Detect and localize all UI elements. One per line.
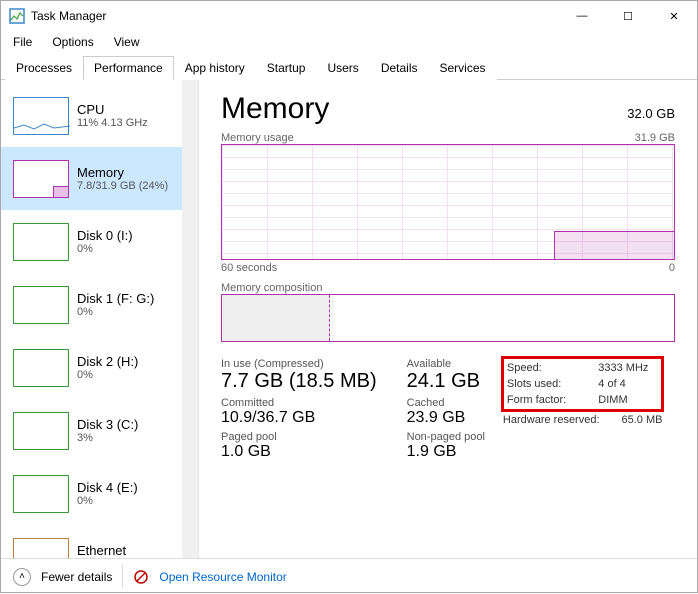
tab-startup[interactable]: Startup (256, 56, 317, 80)
titlebar: Task Manager — ☐ ✕ (1, 1, 697, 31)
cached-label: Cached (407, 397, 485, 409)
memory-usage-chart (221, 144, 675, 260)
sidebar-item-label: Disk 3 (C:) (77, 417, 138, 432)
open-resource-monitor-link[interactable]: Open Resource Monitor (159, 570, 286, 584)
page-title: Memory (221, 92, 329, 126)
sidebar-item-sub: 11% 4.13 GHz (77, 117, 148, 129)
cached-value: 23.9 GB (407, 409, 485, 427)
menu-view[interactable]: View (112, 33, 142, 51)
mem-thumb-icon (13, 160, 69, 198)
sidebar-item-label: Disk 4 (E:) (77, 480, 138, 495)
sidebar-item-sub: 3% (77, 432, 138, 444)
speed-value: 3333 MHz (598, 362, 658, 374)
sidebar-item-label: CPU (77, 102, 148, 117)
x-axis-left: 60 seconds (221, 262, 277, 274)
window-title: Task Manager (31, 9, 559, 23)
slots-value: 4 of 4 (598, 378, 658, 390)
usage-chart-label: Memory usage (221, 132, 294, 144)
form-value: DIMM (598, 394, 658, 406)
hw-reserved-value: 65.0 MB (622, 414, 663, 426)
eth-thumb-icon (13, 538, 69, 559)
tab-users[interactable]: Users (316, 56, 369, 80)
memory-details-extra: Hardware reserved: 65.0 MB (503, 414, 663, 426)
sidebar-item-disk-5[interactable]: Disk 3 (C:)3% (1, 399, 198, 462)
composition-label: Memory composition (221, 282, 322, 294)
sidebar-item-label: Disk 2 (H:) (77, 354, 138, 369)
sidebar-item-sub: 0% (77, 495, 138, 507)
footer-divider (122, 565, 123, 588)
x-axis-right: 0 (669, 262, 675, 274)
in-use-value: 7.7 GB (18.5 MB) (221, 370, 377, 393)
menubar: File Options View (1, 31, 697, 55)
scrollbar[interactable] (182, 80, 198, 558)
task-manager-icon (9, 8, 25, 24)
sidebar-item-sub: 0% (77, 243, 133, 255)
memory-details-highlighted: Speed: 3333 MHz Slots used: 4 of 4 Form fa… (503, 358, 663, 410)
menu-file[interactable]: File (11, 33, 34, 51)
form-label: Form factor: (507, 394, 576, 406)
nonpaged-value: 1.9 GB (407, 443, 485, 461)
sidebar: CPU11% 4.13 GHzMemory7.8/31.9 GB (24%)Di… (1, 80, 199, 558)
tab-app-history[interactable]: App history (174, 56, 256, 80)
minimize-button[interactable]: — (559, 1, 605, 31)
sidebar-item-eth-7[interactable]: EthernetEthernet 2 (1, 525, 198, 558)
speed-label: Speed: (507, 362, 576, 374)
chevron-up-icon[interactable]: ˄ (13, 568, 31, 586)
tab-services[interactable]: Services (429, 56, 497, 80)
disk-thumb-icon (13, 412, 69, 450)
paged-label: Paged pool (221, 431, 377, 443)
disk-thumb-icon (13, 475, 69, 513)
paged-value: 1.0 GB (221, 443, 377, 461)
slots-label: Slots used: (507, 378, 576, 390)
sidebar-item-disk-2[interactable]: Disk 0 (I:)0% (1, 210, 198, 273)
disk-thumb-icon (13, 349, 69, 387)
composition-used-segment (222, 295, 330, 341)
usage-chart-max: 31.9 GB (635, 132, 675, 144)
tab-details[interactable]: Details (370, 56, 429, 80)
sidebar-item-disk-3[interactable]: Disk 1 (F: G:)0% (1, 273, 198, 336)
sidebar-item-label: Memory (77, 165, 168, 180)
sidebar-item-disk-6[interactable]: Disk 4 (E:)0% (1, 462, 198, 525)
sidebar-item-sub: 7.8/31.9 GB (24%) (77, 180, 168, 192)
sidebar-item-label: Disk 1 (F: G:) (77, 291, 154, 306)
disk-thumb-icon (13, 223, 69, 261)
tabstrip: Processes Performance App history Startu… (1, 55, 697, 80)
cpu-thumb-icon (13, 97, 69, 135)
memory-usage-fill (554, 231, 674, 259)
resource-monitor-icon (133, 569, 149, 585)
close-button[interactable]: ✕ (651, 1, 697, 31)
main-panel: Memory 32.0 GB Memory usage 31.9 GB 60 s… (199, 80, 697, 558)
memory-total: 32.0 GB (627, 106, 675, 121)
sidebar-item-label: Disk 0 (I:) (77, 228, 133, 243)
footer: ˄ Fewer details Open Resource Monitor (1, 558, 697, 594)
hw-reserved-label: Hardware reserved: (503, 414, 600, 426)
committed-value: 10.9/36.7 GB (221, 409, 377, 427)
sidebar-item-label: Ethernet (77, 543, 128, 558)
nonpaged-label: Non-paged pool (407, 431, 485, 443)
menu-options[interactable]: Options (50, 33, 95, 51)
disk-thumb-icon (13, 286, 69, 324)
sidebar-item-disk-4[interactable]: Disk 2 (H:)0% (1, 336, 198, 399)
committed-label: Committed (221, 397, 377, 409)
memory-composition-chart (221, 294, 675, 342)
available-label: Available (407, 358, 485, 370)
tab-processes[interactable]: Processes (5, 56, 83, 80)
sidebar-item-sub: 0% (77, 369, 138, 381)
sidebar-item-cpu-0[interactable]: CPU11% 4.13 GHz (1, 84, 198, 147)
fewer-details-link[interactable]: Fewer details (41, 570, 112, 584)
memory-stats-left: In use (Compressed)7.7 GB (18.5 MB) Avai… (221, 358, 485, 461)
sidebar-item-mem-1[interactable]: Memory7.8/31.9 GB (24%) (1, 147, 198, 210)
available-value: 24.1 GB (407, 370, 485, 393)
tab-performance[interactable]: Performance (83, 56, 174, 80)
sidebar-item-sub: 0% (77, 306, 154, 318)
maximize-button[interactable]: ☐ (605, 1, 651, 31)
in-use-label: In use (Compressed) (221, 358, 377, 370)
